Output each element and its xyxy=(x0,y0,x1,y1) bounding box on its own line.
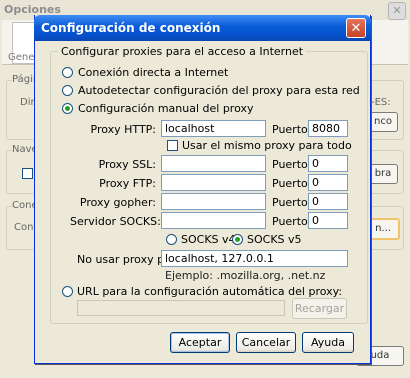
socks-port-label: Puerto: xyxy=(272,215,312,228)
auto-config-url-label: URL para la configuración automática del… xyxy=(77,285,343,298)
radio-auto-config-url[interactable] xyxy=(62,286,73,297)
radio-autodetect-label: Autodetectar configuración del proxy par… xyxy=(78,84,360,97)
reload-button[interactable]: Recargar xyxy=(292,298,347,319)
background-button-3[interactable]: n... xyxy=(366,218,400,240)
gopher-port-input[interactable]: 0 xyxy=(308,193,348,210)
radio-direct-label: Conexión directa a Internet xyxy=(78,66,229,79)
background-button-2[interactable]: bra xyxy=(368,164,398,184)
auto-config-url-input[interactable] xyxy=(77,300,285,316)
http-proxy-input[interactable]: localhost xyxy=(161,120,266,137)
socks-v5-label: SOCKS v5 xyxy=(247,233,302,246)
accept-button[interactable]: Aceptar xyxy=(170,332,230,353)
radio-manual-label: Configuración manual del proxy xyxy=(78,102,254,115)
socks-server-input[interactable] xyxy=(161,212,266,229)
gopher-port-label: Puerto: xyxy=(272,196,312,209)
proxy-group-label: Configurar proxies para el acceso a Inte… xyxy=(58,45,307,58)
ftp-port-label: Puerto: xyxy=(272,177,312,190)
socks-server-label: Servidor SOCKS: xyxy=(70,215,161,228)
ssl-port-input[interactable]: 0 xyxy=(308,155,348,172)
cancel-button[interactable]: Cancelar xyxy=(236,332,296,353)
socks-port-input[interactable]: 0 xyxy=(308,212,348,229)
radio-direct-connection[interactable] xyxy=(62,67,73,78)
ssl-port-label: Puerto: xyxy=(272,158,312,171)
same-proxy-checkbox[interactable] xyxy=(167,140,178,151)
gopher-proxy-input[interactable] xyxy=(161,193,266,210)
ftp-proxy-input[interactable] xyxy=(161,174,266,191)
close-icon[interactable]: ✕ xyxy=(346,18,366,38)
http-port-input[interactable]: 8080 xyxy=(308,120,348,137)
background-button-1[interactable]: nco xyxy=(368,112,398,132)
background-lang-fragment: -ES: xyxy=(371,97,391,108)
gopher-proxy-label: Proxy gopher: xyxy=(79,196,156,209)
no-proxy-example: Ejemplo: .mozilla.org, .net.nz xyxy=(165,269,326,282)
background-checkbox[interactable] xyxy=(22,168,33,179)
radio-socks-v4[interactable] xyxy=(166,234,177,245)
socks-v4-label: SOCKS v4 xyxy=(181,233,236,246)
http-proxy-label: Proxy HTTP: xyxy=(90,123,156,136)
radio-autodetect[interactable] xyxy=(62,85,73,96)
radio-manual-proxy[interactable] xyxy=(62,103,73,114)
http-port-label: Puerto: xyxy=(272,123,312,136)
dialog-title: Configuración de conexión xyxy=(34,15,371,41)
ssl-proxy-input[interactable] xyxy=(161,155,266,172)
same-proxy-label: Usar el mismo proxy para todo xyxy=(182,139,352,152)
ftp-proxy-label: Proxy FTP: xyxy=(99,177,156,190)
radio-socks-v5[interactable] xyxy=(232,234,243,245)
ftp-port-input[interactable]: 0 xyxy=(308,174,348,191)
help-button[interactable]: Ayuda xyxy=(302,332,354,353)
background-close-icon[interactable]: ✕ xyxy=(388,2,406,20)
no-proxy-input[interactable]: localhost, 127.0.0.1 xyxy=(161,250,348,267)
ssl-proxy-label: Proxy SSL: xyxy=(98,158,156,171)
